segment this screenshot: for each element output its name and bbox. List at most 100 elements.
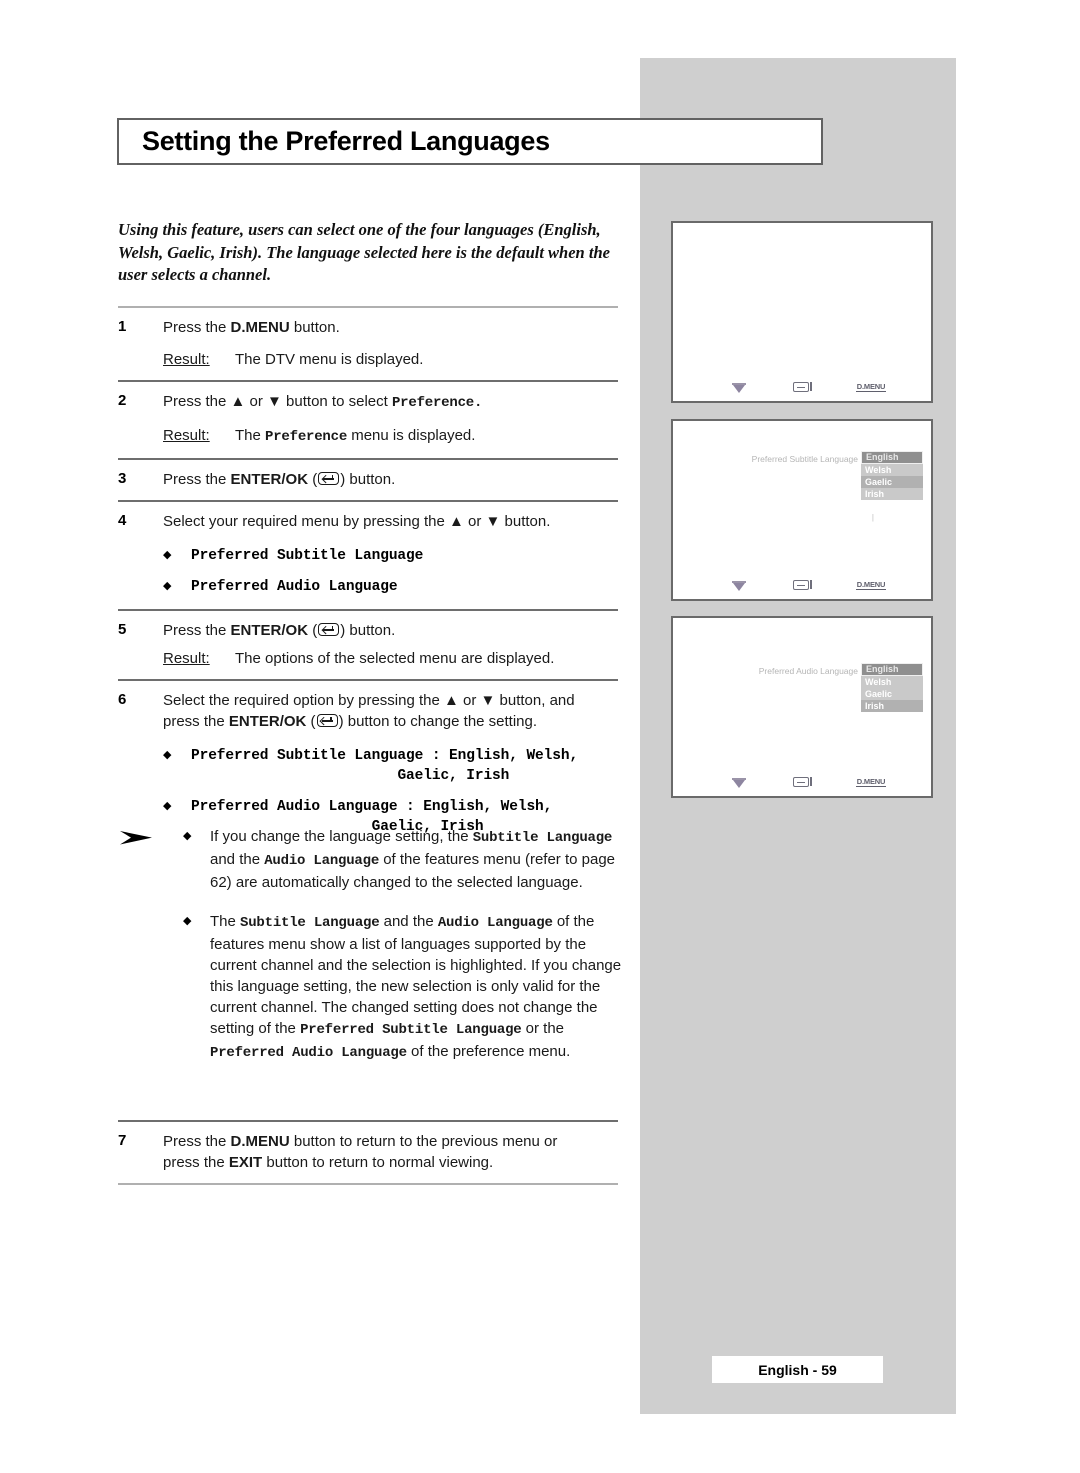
menu-name: Preference — [265, 429, 348, 445]
result-label: Result: — [163, 427, 210, 444]
step-number: 7 — [118, 1132, 127, 1149]
text: button. — [289, 319, 340, 336]
step-5: 5 Press the ENTER/OK () button. Result: … — [118, 611, 618, 679]
note-text: The Subtitle Language and the Audio Lang… — [210, 911, 628, 1064]
text: The — [210, 913, 241, 930]
diamond-bullet-icon: ◆ — [163, 749, 172, 761]
step-instruction: Press the ENTER/OK () button. — [163, 471, 396, 488]
step-3: 3 Press the ENTER/OK () button. — [118, 460, 618, 500]
text: press the — [163, 713, 229, 730]
osd-label: Preferred Audio Language — [758, 665, 858, 676]
button-name: D.MENU — [230, 319, 290, 336]
osd-menu-subtitle: Preferred Subtitle Language English Wels… — [673, 451, 931, 500]
text: The — [235, 427, 266, 444]
result-text: The Preference menu is displayed. — [235, 425, 475, 448]
menu-name: Subtitle Language — [240, 915, 380, 931]
step-number: 2 — [118, 392, 127, 409]
list-item: ◆ Preferred Subtitle Language : English,… — [163, 746, 618, 786]
option-label: Preferred Subtitle Language — [191, 548, 424, 564]
step-number: 4 — [118, 512, 127, 529]
step-instruction-line-2: press the EXIT button to return to norma… — [163, 1152, 618, 1173]
osd-option-list[interactable]: English Welsh Gaelic Irish — [861, 663, 923, 712]
enter-ok-icon — [316, 714, 338, 727]
dmenu-icon: D.MENU — [855, 382, 887, 392]
text: and the — [210, 851, 265, 868]
step-number: 6 — [118, 691, 127, 708]
dmenu-icon: D.MENU — [855, 580, 887, 590]
button-name: ENTER/OK — [230, 622, 309, 639]
note-text: If you change the language setting, the … — [210, 826, 628, 893]
intro-paragraph: Using this feature, users can select one… — [118, 220, 610, 284]
tv-screen-illustration-2: Preferred Subtitle Language English Wels… — [671, 419, 933, 601]
text: Press the ▲ or ▼ button to select — [163, 393, 392, 410]
osd-option-gaelic[interactable]: Gaelic — [861, 688, 923, 700]
button-name: ENTER/OK — [228, 713, 307, 730]
note-item-1: ◆ If you change the language setting, th… — [183, 826, 628, 893]
tv-icon-bar: D.MENU — [673, 777, 931, 788]
step-instruction-line-2: press the ENTER/OK () button to change t… — [163, 713, 538, 730]
text: Press the — [163, 622, 231, 639]
step-number: 5 — [118, 621, 127, 638]
text: press the — [163, 1154, 229, 1171]
menu-name: Subtitle Language — [472, 830, 613, 846]
tv-icon-bar: D.MENU — [673, 382, 931, 393]
note-block: ◆ If you change the language setting, th… — [118, 826, 628, 1064]
page-title: Setting the Preferred Languages — [142, 126, 550, 156]
step-2: 2 Press the ▲ or ▼ button to select Pref… — [118, 382, 618, 458]
osd-option-welsh[interactable]: Welsh — [861, 464, 923, 476]
osd-option-gaelic[interactable]: Gaelic — [861, 476, 923, 488]
step-result: Result: The Preference menu is displayed… — [163, 425, 618, 448]
button-name: D.MENU — [230, 1133, 290, 1150]
text: and the — [379, 913, 438, 930]
step-result: Result: The options of the selected menu… — [163, 648, 618, 669]
note-item-2: ◆ The Subtitle Language and the Audio La… — [183, 911, 628, 1064]
enter-ok-icon — [318, 623, 340, 636]
enter-return-icon — [792, 382, 812, 392]
step-result: Result: The DTV menu is displayed. — [163, 349, 618, 370]
osd-option-english[interactable]: English — [861, 451, 923, 464]
diamond-bullet-icon: ◆ — [183, 830, 192, 842]
text: button. — [345, 622, 396, 639]
osd-option-welsh[interactable]: Welsh — [861, 676, 923, 688]
diamond-bullet-icon: ◆ — [163, 549, 172, 561]
step-number: 1 — [118, 318, 127, 335]
text: button. — [345, 471, 396, 488]
result-label: Result: — [163, 351, 210, 368]
osd-caret-icon: | — [871, 513, 874, 522]
osd-option-irish[interactable]: Irish — [861, 700, 923, 712]
step-instruction-line-1: Select the required option by pressing t… — [163, 692, 575, 709]
menu-name: Preference. — [391, 395, 483, 411]
option-value-list: ◆ Preferred Subtitle Language : English,… — [163, 746, 618, 837]
note-arrow-marker — [118, 826, 183, 1064]
step-instruction: Press the D.MENU button. — [163, 317, 618, 338]
arrow-note-icon — [120, 831, 152, 845]
step-number: 3 — [118, 470, 127, 487]
osd-option-english[interactable]: English — [861, 663, 923, 676]
enter-return-icon — [792, 580, 812, 590]
text: If you change the language setting, the — [210, 828, 473, 845]
result-label: Result: — [163, 650, 210, 667]
step-instruction: Select your required menu by pressing th… — [163, 513, 551, 530]
step-6: 6 Select the required option by pressing… — [118, 681, 618, 849]
osd-option-list[interactable]: English Welsh Gaelic Irish — [861, 451, 923, 500]
page-number-label: English - 59 — [758, 1361, 837, 1378]
menu-name: Audio Language — [437, 915, 553, 931]
text: button to return to the previous menu or — [289, 1133, 558, 1150]
step-instruction: Press the ▲ or ▼ button to select Prefer… — [163, 391, 618, 414]
text: or the — [521, 1020, 565, 1037]
step-4: 4 Select your required menu by pressing … — [118, 502, 618, 609]
enter-return-icon — [792, 777, 812, 787]
option-list: ◆ Preferred Subtitle Language ◆ Preferre… — [163, 546, 618, 597]
diamond-bullet-icon: ◆ — [183, 915, 192, 927]
enter-ok-icon — [318, 472, 340, 485]
osd-option-irish[interactable]: Irish — [861, 488, 923, 500]
diamond-bullet-icon: ◆ — [163, 580, 172, 592]
text: Press the — [163, 1133, 231, 1150]
menu-name: Preferred Subtitle Language — [300, 1022, 522, 1038]
menu-name: Audio Language — [264, 853, 380, 869]
divider — [118, 1183, 618, 1185]
tv-icon-bar: D.MENU — [673, 580, 931, 591]
step-7: 7 Press the D.MENU button to return to t… — [118, 1122, 618, 1183]
steps-list: 1 Press the D.MENU button. Result: The D… — [118, 306, 618, 849]
down-arrow-icon — [731, 581, 746, 591]
